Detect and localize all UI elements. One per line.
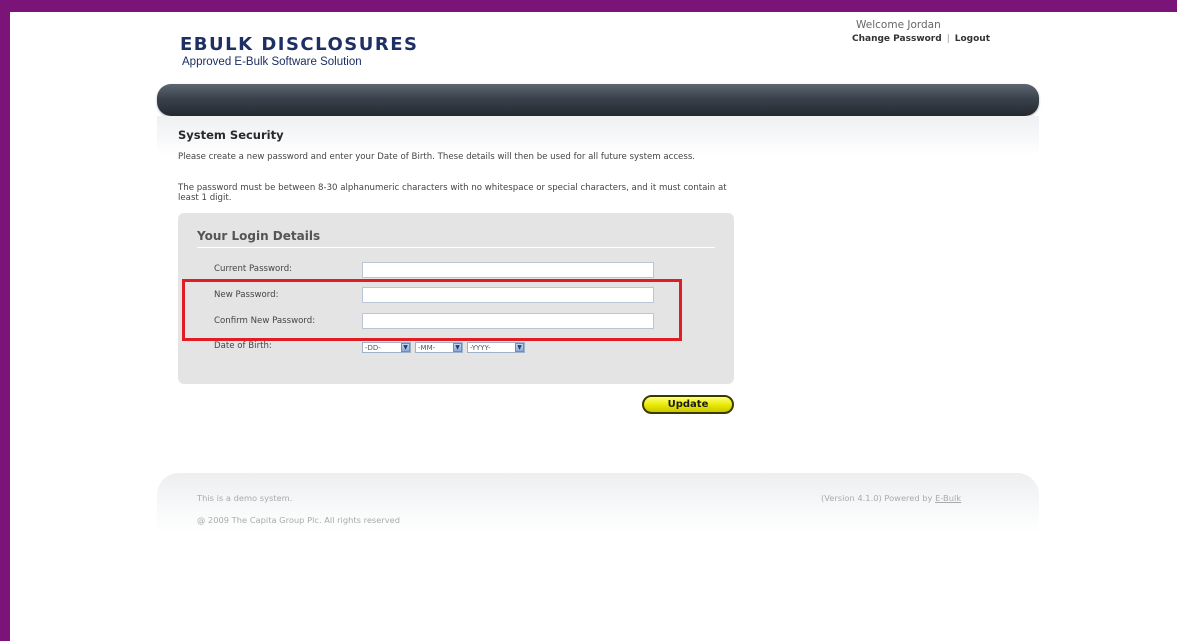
intro-text: Please create a new password and enter y… bbox=[178, 152, 696, 162]
footer-copyright: @ 2009 The Capita Group Plc. All rights … bbox=[197, 515, 401, 525]
header-separator: | bbox=[946, 34, 950, 44]
dob-year-select[interactable]: -YYYY- ▼ bbox=[467, 342, 525, 353]
confirm-password-input[interactable] bbox=[362, 313, 654, 329]
dob-day-value: -DD- bbox=[365, 344, 381, 352]
password-rules-text: The password must be between 8-30 alphan… bbox=[178, 183, 727, 203]
window-frame-left bbox=[0, 0, 10, 641]
chevron-down-icon: ▼ bbox=[515, 343, 524, 352]
logout-link[interactable]: Logout bbox=[955, 34, 990, 44]
confirm-password-label: Confirm New Password: bbox=[214, 316, 316, 326]
current-password-label: Current Password: bbox=[214, 264, 293, 274]
header-links: Change Password | Logout bbox=[852, 34, 990, 44]
navigation-bar bbox=[157, 84, 1039, 116]
dob-month-value: -MM- bbox=[418, 344, 436, 352]
dob-day-select[interactable]: -DD- ▼ bbox=[362, 342, 411, 353]
window-frame-top bbox=[0, 0, 1177, 12]
new-password-input[interactable] bbox=[362, 287, 654, 303]
content-header-background bbox=[157, 116, 1039, 156]
dob-label: Date of Birth: bbox=[214, 341, 272, 351]
dob-month-select[interactable]: -MM- ▼ bbox=[415, 342, 463, 353]
new-password-label: New Password: bbox=[214, 290, 279, 300]
footer-version-text: (Version 4.1.0) Powered by bbox=[821, 493, 933, 503]
chevron-down-icon: ▼ bbox=[453, 343, 462, 352]
brand-subtitle: Approved E-Bulk Software Solution bbox=[182, 56, 362, 68]
current-password-input[interactable] bbox=[362, 262, 654, 278]
page-title: System Security bbox=[178, 128, 284, 142]
dob-year-value: -YYYY- bbox=[470, 344, 491, 352]
chevron-down-icon: ▼ bbox=[401, 343, 410, 352]
login-details-divider bbox=[197, 247, 715, 248]
welcome-text: Welcome Jordan bbox=[856, 19, 941, 31]
footer-ebulk-link[interactable]: E-Bulk bbox=[935, 493, 961, 503]
change-password-link[interactable]: Change Password bbox=[852, 34, 942, 44]
brand-title: EBULK DISCLOSURES bbox=[180, 34, 419, 55]
footer-demo-text: This is a demo system. bbox=[197, 493, 293, 503]
login-details-title: Your Login Details bbox=[197, 229, 321, 243]
update-button[interactable]: Update bbox=[642, 395, 734, 414]
footer-version: (Version 4.1.0) Powered by E-Bulk bbox=[821, 493, 961, 503]
